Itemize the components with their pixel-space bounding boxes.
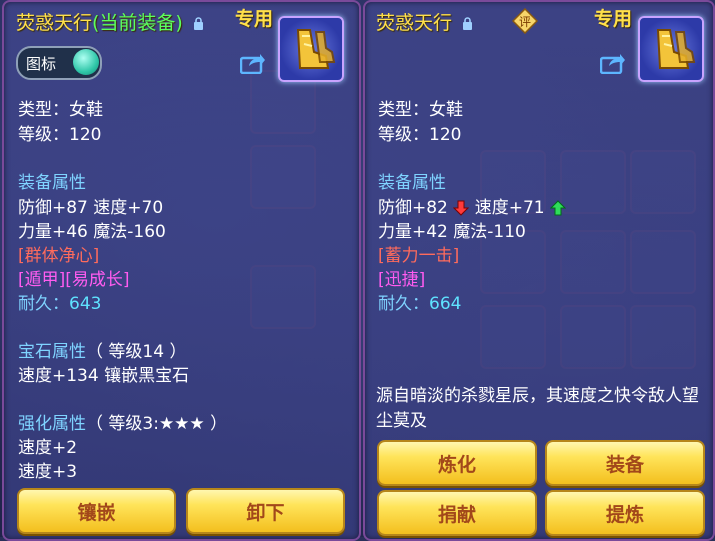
right-defense: 防御+82 bbox=[378, 198, 448, 218]
right-level: 等级：120 bbox=[378, 125, 462, 145]
right-equip-attr-header: 装备属性 bbox=[378, 173, 446, 193]
durability-value: 664 bbox=[429, 294, 462, 314]
lock-icon bbox=[463, 17, 473, 30]
equip-button[interactable]: 装备 bbox=[545, 440, 705, 486]
left-attr2: 力量+46 魔法-160 bbox=[18, 222, 166, 242]
donate-button[interactable]: 捐献 bbox=[377, 490, 537, 536]
refine-button[interactable]: 炼化 bbox=[377, 440, 537, 486]
durability-value: 643 bbox=[69, 294, 102, 314]
left-durability: 耐久：643 bbox=[18, 289, 101, 314]
extract-button[interactable]: 提炼 bbox=[545, 490, 705, 536]
arrow-up-icon bbox=[550, 200, 566, 216]
left-special1: [群体净心] bbox=[18, 246, 100, 266]
enhance-header: 强化属性 bbox=[18, 414, 86, 434]
left-type: 类型：女鞋 bbox=[18, 100, 103, 120]
toggle-knob[interactable] bbox=[73, 49, 99, 75]
left-equip-attr-header: 装备属性 bbox=[18, 173, 86, 193]
right-title: 荧惑天行 bbox=[376, 8, 473, 35]
left-enhance1: 速度+2 bbox=[18, 438, 78, 458]
right-special2: [迅捷] bbox=[378, 270, 426, 290]
left-enhance2: 速度+3 bbox=[18, 462, 78, 482]
left-exclusive-label: 专用 bbox=[235, 8, 274, 30]
right-durability: 耐久：664 bbox=[378, 289, 461, 314]
share-icon[interactable] bbox=[600, 52, 626, 74]
right-type: 类型：女鞋 bbox=[378, 100, 463, 120]
share-icon[interactable] bbox=[240, 52, 266, 74]
right-attr2: 力量+42 魔法-110 bbox=[378, 222, 526, 242]
right-special1: [蓄力一击] bbox=[378, 246, 460, 266]
arrow-down-icon bbox=[453, 200, 470, 216]
right-speed: 速度+71 bbox=[474, 198, 545, 218]
gem-header: 宝石属性 bbox=[18, 342, 86, 362]
right-attr1: 防御+82 速度+71 bbox=[378, 193, 566, 218]
item-description: 源自暗淡的杀戮星辰，其速度之快令敌人望尘莫及 bbox=[376, 386, 699, 431]
rate-icon-label: 评 bbox=[519, 15, 531, 29]
current-equipped-tag: (当前装备) bbox=[92, 12, 183, 34]
durability-label: 耐久： bbox=[18, 294, 69, 314]
gem-level: （ 等级14 ） bbox=[86, 342, 187, 362]
right-item-name: 荧惑天行 bbox=[376, 12, 453, 34]
left-gem-line: 速度+134 镶嵌黑宝石 bbox=[18, 366, 190, 386]
boots-icon[interactable] bbox=[638, 16, 704, 82]
icon-toggle[interactable]: 图标 bbox=[16, 46, 102, 80]
left-level: 等级：120 bbox=[18, 125, 102, 145]
left-gem-header: 宝石属性（ 等级14 ） bbox=[18, 337, 186, 362]
boots-icon[interactable] bbox=[278, 16, 344, 82]
left-enhance-header: 强化属性（ 等级3:★★★ ） bbox=[18, 409, 227, 434]
inlay-button[interactable]: 镶嵌 bbox=[17, 488, 176, 534]
left-title: 荧惑天行(当前装备) bbox=[16, 8, 204, 35]
left-attr1: 防御+87 速度+70 bbox=[18, 198, 164, 218]
rate-icon[interactable]: 评 bbox=[512, 8, 538, 34]
left-special2: [遁甲][易成长] bbox=[18, 270, 130, 290]
left-item-name: 荧惑天行 bbox=[16, 12, 93, 34]
durability-label: 耐久： bbox=[378, 294, 429, 314]
lock-icon bbox=[193, 17, 203, 30]
icon-toggle-label: 图标 bbox=[26, 55, 57, 73]
unequip-button[interactable]: 卸下 bbox=[186, 488, 345, 534]
right-exclusive-label: 专用 bbox=[594, 8, 633, 30]
enhance-level: （ 等级3:★★★ ） bbox=[86, 414, 228, 434]
